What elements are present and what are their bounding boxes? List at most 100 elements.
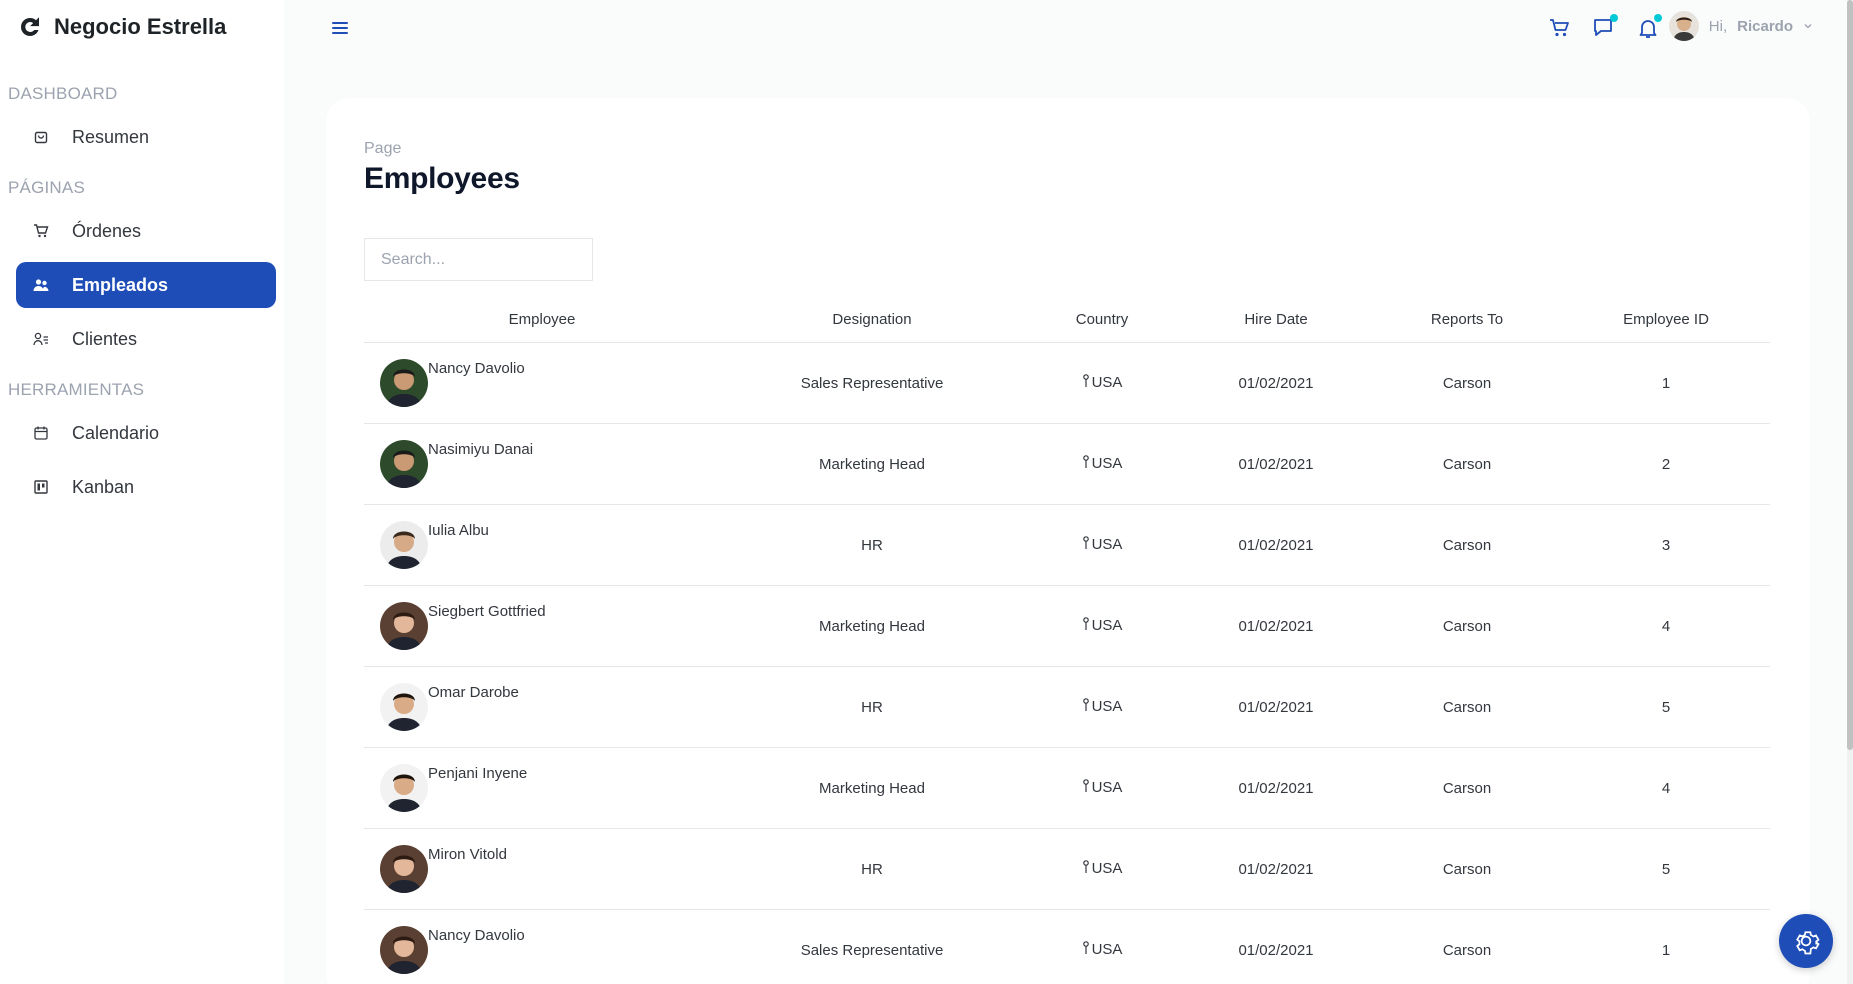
table-row[interactable]: Omar Darobe HR USA 01/02/2021 Carson 5 <box>364 667 1770 748</box>
page-title: Employees <box>364 162 520 195</box>
employee-name: Miron Vitold <box>428 846 507 863</box>
chat-button[interactable] <box>1590 14 1618 42</box>
sidebar-item-label: Clientes <box>72 328 138 349</box>
cell-hire-date: 01/02/2021 <box>1238 941 1314 959</box>
main-card: Page Employees Employee Designation Coun… <box>326 98 1810 984</box>
column-header-employee-id[interactable]: Employee ID <box>1562 311 1770 328</box>
avatar <box>1668 11 1699 41</box>
cell-country: USA <box>1024 617 1180 635</box>
cell-hire-date: 01/02/2021 <box>1238 536 1314 554</box>
cart-icon <box>1550 19 1569 37</box>
column-header-country[interactable]: Country <box>1024 311 1180 328</box>
table-row[interactable]: Penjani Inyene Marketing Head USA 01/02/202… <box>364 748 1770 829</box>
search-input[interactable] <box>364 238 593 281</box>
cell-designation: Marketing Head <box>819 455 925 473</box>
table-row[interactable]: Nancy Davolio Sales Representative USA 01/0… <box>364 343 1770 424</box>
location-pin-icon <box>1082 617 1089 630</box>
cell-country: USA <box>1024 536 1180 554</box>
cell-country: USA <box>1024 779 1180 797</box>
column-header-reports-to[interactable]: Reports To <box>1372 311 1562 328</box>
top-bar: Hi, Ricardo <box>284 0 1853 56</box>
cell-hire-date: 01/02/2021 <box>1238 455 1314 473</box>
cart-icon <box>32 222 50 240</box>
shopping-bag-icon <box>32 128 50 146</box>
cell-employee-id: 2 <box>1661 455 1671 473</box>
cell-designation: HR <box>861 860 883 878</box>
table-row[interactable]: Siegbert Gottfried Marketing Head USA 01/02… <box>364 586 1770 667</box>
greeting: Hi, <box>1708 17 1728 35</box>
cell-reports-to: Carson <box>1442 536 1492 554</box>
section-title-dashboard: DASHBOARD <box>8 84 118 103</box>
avatar <box>380 602 428 650</box>
sidebar-item-resumen[interactable]: Resumen <box>16 114 276 160</box>
avatar <box>380 440 428 488</box>
cell-designation: Marketing Head <box>819 617 925 635</box>
column-header-hire-date[interactable]: Hire Date <box>1180 311 1372 328</box>
kanban-icon <box>32 478 50 496</box>
calendar-icon <box>32 424 50 442</box>
cell-hire-date: 01/02/2021 <box>1238 617 1314 635</box>
cart-button[interactable] <box>1546 14 1574 42</box>
settings-button[interactable] <box>1779 914 1833 968</box>
cell-reports-to: Carson <box>1442 617 1492 635</box>
country-name: USA <box>1091 941 1123 958</box>
country-name: USA <box>1091 698 1123 715</box>
employee-name: Penjani Inyene <box>428 765 528 782</box>
cell-employee: Miron Vitold <box>364 845 720 893</box>
people-icon <box>32 276 50 294</box>
cell-employee: Nancy Davolio <box>364 926 720 974</box>
employee-name: Nasimiyu Danai <box>428 441 534 458</box>
sidebar-item-ordenes[interactable]: Órdenes <box>16 208 276 254</box>
cell-employee-id: 1 <box>1661 941 1671 959</box>
user-name: Ricardo <box>1737 17 1793 35</box>
cell-hire-date: 01/02/2021 <box>1238 698 1314 716</box>
cell-employee: Nancy Davolio <box>364 359 720 407</box>
table-header: Employee Designation Country Hire Date R… <box>364 296 1770 343</box>
cell-employee: Iulia Albu <box>364 521 720 569</box>
cell-employee: Penjani Inyene <box>364 764 720 812</box>
menu-toggle-button[interactable] <box>328 16 352 40</box>
location-pin-icon <box>1082 860 1089 873</box>
column-header-designation[interactable]: Designation <box>720 311 1024 328</box>
cell-employee-id: 4 <box>1661 779 1671 797</box>
table-row[interactable]: Miron Vitold HR USA 01/02/2021 Carson 5 <box>364 829 1770 910</box>
chevron-down-icon <box>1804 24 1812 29</box>
cell-reports-to: Carson <box>1442 698 1492 716</box>
cell-employee-id: 5 <box>1661 860 1671 878</box>
page-scrollbar[interactable] <box>1847 0 1853 984</box>
table-row[interactable]: Iulia Albu HR USA 01/02/2021 Carson 3 <box>364 505 1770 586</box>
notifications-button[interactable] <box>1634 14 1662 42</box>
section-title-paginas: PÁGINAS <box>8 178 85 197</box>
employee-name: Nancy Davolio <box>428 360 525 377</box>
cell-reports-to: Carson <box>1442 455 1492 473</box>
country-name: USA <box>1091 455 1123 472</box>
sidebar-item-label: Calendario <box>72 422 160 443</box>
avatar <box>380 845 428 893</box>
cell-reports-to: Carson <box>1442 779 1492 797</box>
table-row[interactable]: Nasimiyu Danai Marketing Head USA 01/02/202… <box>364 424 1770 505</box>
location-pin-icon <box>1082 455 1089 468</box>
sidebar: Negocio Estrella DASHBOARD Resumen PÁGIN… <box>0 0 284 984</box>
brand[interactable]: Negocio Estrella <box>18 14 226 40</box>
sidebar-item-empleados[interactable]: Empleados <box>16 262 276 308</box>
sidebar-item-label: Kanban <box>72 476 135 497</box>
scrollbar-thumb[interactable] <box>1847 0 1853 750</box>
sidebar-item-kanban[interactable]: Kanban <box>16 464 276 510</box>
user-menu[interactable]: Hi, Ricardo <box>1668 11 1813 41</box>
cell-country: USA <box>1024 455 1180 473</box>
column-header-employee[interactable]: Employee <box>364 311 720 328</box>
location-pin-icon <box>1082 374 1089 387</box>
avatar <box>380 359 428 407</box>
gear-icon <box>1796 931 1820 955</box>
location-pin-icon <box>1082 779 1089 792</box>
logo-icon <box>21 17 39 36</box>
sidebar-item-calendario[interactable]: Calendario <box>16 410 276 456</box>
cell-country: USA <box>1024 860 1180 878</box>
avatar <box>380 683 428 731</box>
sidebar-item-clientes[interactable]: Clientes <box>16 316 276 362</box>
cell-hire-date: 01/02/2021 <box>1238 374 1314 392</box>
cell-employee: Omar Darobe <box>364 683 720 731</box>
table-row[interactable]: Nancy Davolio Sales Representative USA 01/0… <box>364 910 1770 984</box>
cell-employee: Nasimiyu Danai <box>364 440 720 488</box>
employee-name: Omar Darobe <box>428 684 519 701</box>
